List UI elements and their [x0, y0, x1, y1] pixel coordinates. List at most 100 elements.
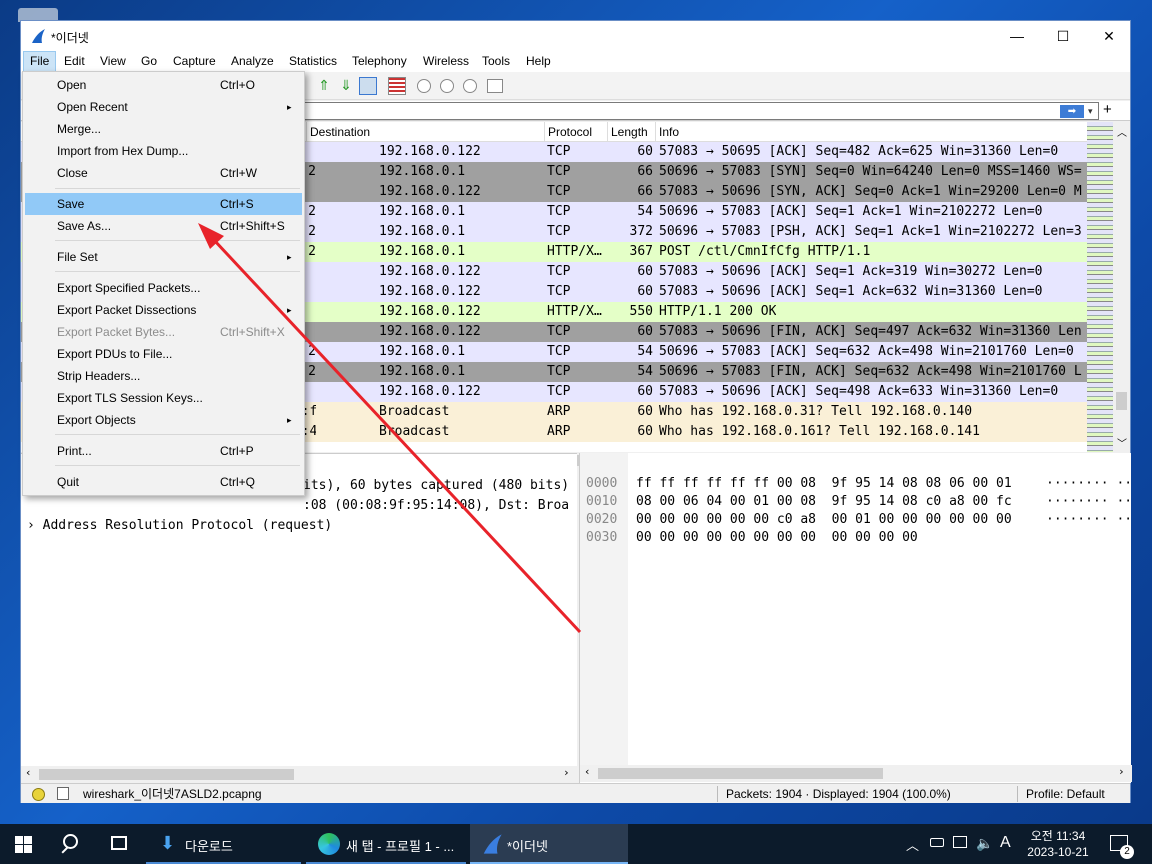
menu-item-label: Merge... [57, 122, 102, 136]
menu-tools[interactable]: Tools [476, 51, 516, 72]
packet-bytes-pane[interactable]: 0000 ff ff ff ff ff ff 00 08 9f 95 14 08 … [579, 453, 1133, 783]
capture-comment-icon[interactable] [57, 787, 69, 800]
menu-separator [55, 240, 300, 241]
menu-file[interactable]: File [23, 51, 57, 72]
scroll-thumb[interactable] [1116, 392, 1127, 410]
expert-info-indicator-icon[interactable] [32, 788, 45, 801]
bytes-horizontal-scrollbar[interactable]: ‹ › [580, 765, 1132, 782]
submenu-arrow-icon: ▸ [287, 102, 292, 112]
file-menu-item-export-specified-packets[interactable]: Export Specified Packets... [25, 277, 302, 299]
menu-wireless[interactable]: Wireless [417, 51, 475, 72]
menu-statistics[interactable]: Statistics [283, 51, 343, 72]
profile-indicator[interactable]: Profile: Default [1026, 784, 1105, 804]
file-menu-item-close[interactable]: Close Ctrl+W [25, 162, 302, 184]
menu-separator [55, 434, 300, 435]
go-first-icon[interactable]: ⇑ [315, 77, 333, 95]
file-menu-item-quit[interactable]: Quit Ctrl+Q [25, 471, 302, 493]
file-menu-item-export-objects[interactable]: Export Objects ▸ [25, 409, 302, 431]
search-button[interactable] [48, 824, 96, 864]
menu-edit[interactable]: Edit [58, 51, 91, 72]
menu-item-label: Open [57, 78, 87, 92]
column-header-protocol[interactable]: Protocol [544, 122, 609, 142]
scroll-right-icon[interactable]: › [563, 766, 570, 779]
packet-destination-cell: 192.168.0.1 [379, 244, 466, 259]
hex-ascii: ········ ·· [1046, 512, 1133, 527]
zoom-in-icon[interactable] [417, 79, 431, 93]
network-disconnected-icon[interactable] [953, 836, 967, 848]
packet-protocol-cell: TCP [547, 224, 571, 239]
file-menu-item-save-as[interactable]: Save As... Ctrl+Shift+S [25, 215, 302, 237]
packet-protocol-cell: TCP [547, 384, 571, 399]
zoom-normal-icon[interactable] [463, 79, 477, 93]
file-menu-item-save[interactable]: Save Ctrl+S [25, 193, 302, 215]
go-last-icon[interactable]: ⇓ [337, 77, 355, 95]
hex-offset: 0010 [586, 494, 618, 509]
packet-detail-row[interactable]: :08 (00:08:9f:95:14:08), Dst: Broa [21, 496, 577, 516]
packet-destination-cell: 192.168.0.122 [379, 324, 481, 339]
add-filter-button[interactable]: + [1103, 101, 1112, 119]
menu-help[interactable]: Help [520, 51, 557, 72]
file-menu-item-open-recent[interactable]: Open Recent ▸ [25, 96, 302, 118]
scroll-thumb[interactable] [39, 769, 294, 780]
packet-protocol-cell: HTTP/X… [547, 304, 602, 319]
scroll-thumb[interactable] [598, 768, 883, 779]
taskbar-item-downloads[interactable]: ⬇ 다운로드 [146, 824, 301, 864]
file-menu-item-strip-headers[interactable]: Strip Headers... [25, 365, 302, 387]
clock-time[interactable]: 오전 11:34 [1027, 827, 1089, 844]
scroll-left-icon[interactable]: ‹ [584, 765, 591, 778]
packet-protocol-cell: HTTP/X… [547, 244, 602, 259]
packet-info-cell: 57083 → 50695 [ACK] Seq=482 Ack=625 Win=… [659, 144, 1059, 159]
maximize-button[interactable]: ☐ [1040, 21, 1086, 51]
file-menu-item-file-set[interactable]: File Set ▸ [25, 246, 302, 268]
hex-ascii: ········ ·· [1046, 476, 1133, 491]
clock-date[interactable]: 2023-10-21 [1024, 845, 1092, 859]
file-menu-item-export-tls-session-keys[interactable]: Export TLS Session Keys... [25, 387, 302, 409]
hex-offset: 0020 [586, 512, 618, 527]
scroll-down-icon[interactable]: ﹀ [1117, 435, 1127, 450]
packet-length-cell: 60 [637, 284, 653, 299]
window-title: *이더넷 [51, 31, 89, 45]
taskbar-item-wireshark[interactable]: *이더넷 [470, 824, 628, 864]
packet-details-pane[interactable]: its), 60 bytes captured (480 bits):08 (0… [21, 453, 577, 783]
close-button[interactable]: ✕ [1086, 21, 1132, 51]
column-header-destination[interactable]: Destination [306, 122, 476, 142]
zoom-out-icon[interactable] [440, 79, 454, 93]
scroll-up-icon[interactable]: ︿ [1117, 124, 1127, 139]
packet-info-cell: HTTP/1.1 200 OK [659, 304, 777, 319]
file-menu-item-merge[interactable]: Merge... [25, 118, 302, 140]
submenu-arrow-icon: ▸ [287, 305, 292, 315]
scroll-left-icon[interactable]: ‹ [25, 766, 32, 779]
file-menu-item-print[interactable]: Print... Ctrl+P [25, 440, 302, 462]
menu-view[interactable]: View [94, 51, 132, 72]
device-icon[interactable] [930, 838, 944, 847]
task-view-button[interactable] [96, 824, 144, 864]
packet-minimap[interactable] [1087, 122, 1113, 452]
minimize-button[interactable]: — [994, 21, 1040, 51]
file-menu-item-export-packet-dissections[interactable]: Export Packet Dissections ▸ [25, 299, 302, 321]
apply-filter-arrow-icon[interactable]: ➡ [1060, 105, 1084, 118]
scroll-right-icon[interactable]: › [1118, 765, 1125, 778]
column-header-length[interactable]: Length [607, 122, 657, 142]
start-button[interactable] [0, 824, 46, 864]
menu-item-label: Export Packet Dissections [57, 303, 197, 317]
file-menu-item-export-pdus-to-file[interactable]: Export PDUs to File... [25, 343, 302, 365]
menu-go[interactable]: Go [135, 51, 163, 72]
input-method-indicator[interactable]: A [1000, 834, 1011, 852]
filter-history-dropdown-icon[interactable]: ▾ [1088, 106, 1093, 117]
column-header-info[interactable]: Info [655, 122, 1085, 142]
autoscroll-icon[interactable] [359, 77, 377, 95]
file-menu-item-import-from-hex-dump[interactable]: Import from Hex Dump... [25, 140, 302, 162]
details-horizontal-scrollbar[interactable]: ‹ › [21, 766, 577, 783]
menu-analyze[interactable]: Analyze [225, 51, 280, 72]
taskbar-item-edge[interactable]: 새 탭 - 프로필 1 - ... [306, 824, 466, 864]
hex-offset: 0000 [586, 476, 618, 491]
show-hidden-icons-chevron-icon[interactable]: ︿ [906, 835, 919, 854]
menu-capture[interactable]: Capture [167, 51, 222, 72]
volume-muted-icon[interactable]: 🔈 [976, 835, 993, 852]
file-menu-item-open[interactable]: Open Ctrl+O [25, 74, 302, 96]
packet-detail-row[interactable]: › Address Resolution Protocol (request) [21, 516, 577, 536]
resize-columns-icon[interactable] [487, 79, 503, 93]
packet-list-vertical-scrollbar[interactable]: ︿ ﹀ [1113, 122, 1130, 452]
colorize-icon[interactable] [388, 77, 406, 95]
menu-telephony[interactable]: Telephony [346, 51, 413, 72]
